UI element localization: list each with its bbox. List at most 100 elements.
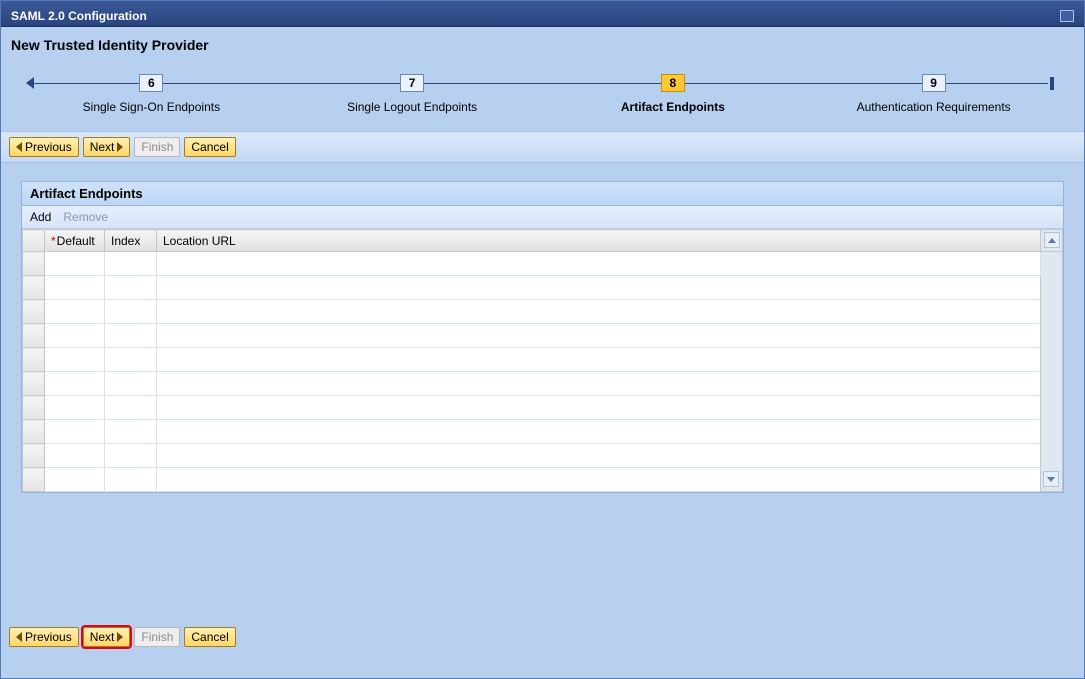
row-selector[interactable] (23, 468, 45, 492)
row-selector[interactable] (23, 300, 45, 324)
column-default[interactable]: *Default (45, 230, 105, 252)
artifact-endpoints-panel: Artifact Endpoints Add Remove *Default (21, 181, 1064, 493)
table-wrapper: *Default Index Location URL (22, 229, 1063, 492)
wizard-roadmap: 6Single Sign-On Endpoints 7 Single Logout … (1, 53, 1084, 131)
wizard-steps: 6Single Sign-On Endpoints 7 Single Logout … (21, 69, 1064, 114)
cell-index[interactable] (105, 276, 157, 300)
wizard-step-8[interactable]: 8 Artifact Endpoints (543, 69, 804, 114)
cell-index[interactable] (105, 348, 157, 372)
required-star-icon: * (51, 234, 56, 248)
scrollbar-track[interactable] (1041, 252, 1063, 492)
remove-link: Remove (63, 210, 108, 224)
row-selector[interactable] (23, 444, 45, 468)
table-row[interactable] (23, 372, 1063, 396)
row-selector[interactable] (23, 252, 45, 276)
next-button-bottom[interactable]: Next (83, 627, 131, 647)
cell-default[interactable] (45, 372, 105, 396)
cell-location[interactable] (157, 396, 1041, 420)
wizard-step-number: 9 (922, 74, 946, 92)
cell-default[interactable] (45, 444, 105, 468)
cell-location[interactable] (157, 252, 1041, 276)
cell-default[interactable] (45, 348, 105, 372)
cell-location[interactable] (157, 372, 1041, 396)
cell-default[interactable] (45, 420, 105, 444)
arrow-right-icon (117, 632, 123, 642)
wizard-step-label: Single Logout Endpoints (347, 100, 477, 114)
cell-default[interactable] (45, 396, 105, 420)
arrow-right-icon (117, 142, 123, 152)
table-row[interactable] (23, 468, 1063, 492)
column-index-label: Index (111, 234, 140, 248)
cell-index[interactable] (105, 396, 157, 420)
cancel-button-bottom[interactable]: Cancel (184, 627, 235, 647)
wizard-step-6[interactable]: 6Single Sign-On Endpoints (21, 69, 282, 114)
finish-button: Finish (134, 137, 180, 157)
column-location[interactable]: Location URL (157, 230, 1041, 252)
wizard-step-number: 8 (661, 74, 685, 92)
cell-index[interactable] (105, 444, 157, 468)
previous-button[interactable]: Previous (9, 137, 79, 157)
cell-index[interactable] (105, 372, 157, 396)
row-selector[interactable] (23, 276, 45, 300)
row-selector[interactable] (23, 396, 45, 420)
cancel-button-label: Cancel (191, 140, 228, 154)
cell-index[interactable] (105, 252, 157, 276)
cell-default[interactable] (45, 252, 105, 276)
row-selector[interactable] (23, 324, 45, 348)
cell-default[interactable] (45, 324, 105, 348)
previous-button-label: Previous (25, 140, 72, 154)
table-row[interactable] (23, 444, 1063, 468)
table-row[interactable] (23, 396, 1063, 420)
cell-index[interactable] (105, 468, 157, 492)
cell-location[interactable] (157, 300, 1041, 324)
titlebar: SAML 2.0 Configuration (1, 1, 1084, 27)
panel-header: Artifact Endpoints (22, 182, 1063, 206)
cell-default[interactable] (45, 300, 105, 324)
arrow-left-icon (16, 632, 22, 642)
cell-location[interactable] (157, 420, 1041, 444)
wizard-step-number: 6 (139, 74, 163, 92)
row-selector[interactable] (23, 372, 45, 396)
wizard-step-9[interactable]: 9Authentication Requirements (803, 69, 1064, 114)
row-selector[interactable] (23, 348, 45, 372)
previous-button-label: Previous (25, 630, 72, 644)
table-row[interactable] (23, 324, 1063, 348)
endpoints-table: *Default Index Location URL (22, 229, 1063, 492)
add-link[interactable]: Add (30, 210, 51, 224)
cell-index[interactable] (105, 420, 157, 444)
cell-index[interactable] (105, 324, 157, 348)
scroll-down-button[interactable] (1043, 471, 1059, 487)
cell-default[interactable] (45, 276, 105, 300)
cell-default[interactable] (45, 468, 105, 492)
row-selector-header (23, 230, 45, 252)
table-row[interactable] (23, 420, 1063, 444)
finish-button-bottom: Finish (134, 627, 180, 647)
table-row[interactable] (23, 276, 1063, 300)
scroll-up-button[interactable] (1044, 232, 1060, 248)
table-row[interactable] (23, 252, 1063, 276)
table-header-row: *Default Index Location URL (23, 230, 1063, 252)
table-row[interactable] (23, 348, 1063, 372)
next-button[interactable]: Next (83, 137, 131, 157)
cell-location[interactable] (157, 324, 1041, 348)
window-restore-icon[interactable] (1060, 10, 1074, 22)
cell-index[interactable] (105, 300, 157, 324)
caret-up-icon (1048, 238, 1056, 243)
row-selector[interactable] (23, 420, 45, 444)
cell-location[interactable] (157, 348, 1041, 372)
table-row[interactable] (23, 300, 1063, 324)
wizard-step-label: Artifact Endpoints (621, 100, 725, 114)
button-row-top: Previous Next Finish Cancel (1, 131, 1084, 163)
cell-location[interactable] (157, 444, 1041, 468)
page-subtitle: New Trusted Identity Provider (1, 27, 1084, 53)
column-location-label: Location URL (163, 234, 236, 248)
previous-button-bottom[interactable]: Previous (9, 627, 79, 647)
table-body (23, 252, 1063, 492)
cell-location[interactable] (157, 468, 1041, 492)
content-area: Artifact Endpoints Add Remove *Default (1, 163, 1084, 503)
wizard-step-number: 7 (400, 74, 424, 92)
column-index[interactable]: Index (105, 230, 157, 252)
cancel-button[interactable]: Cancel (184, 137, 235, 157)
cell-location[interactable] (157, 276, 1041, 300)
wizard-step-7[interactable]: 7 Single Logout Endpoints (282, 69, 543, 114)
